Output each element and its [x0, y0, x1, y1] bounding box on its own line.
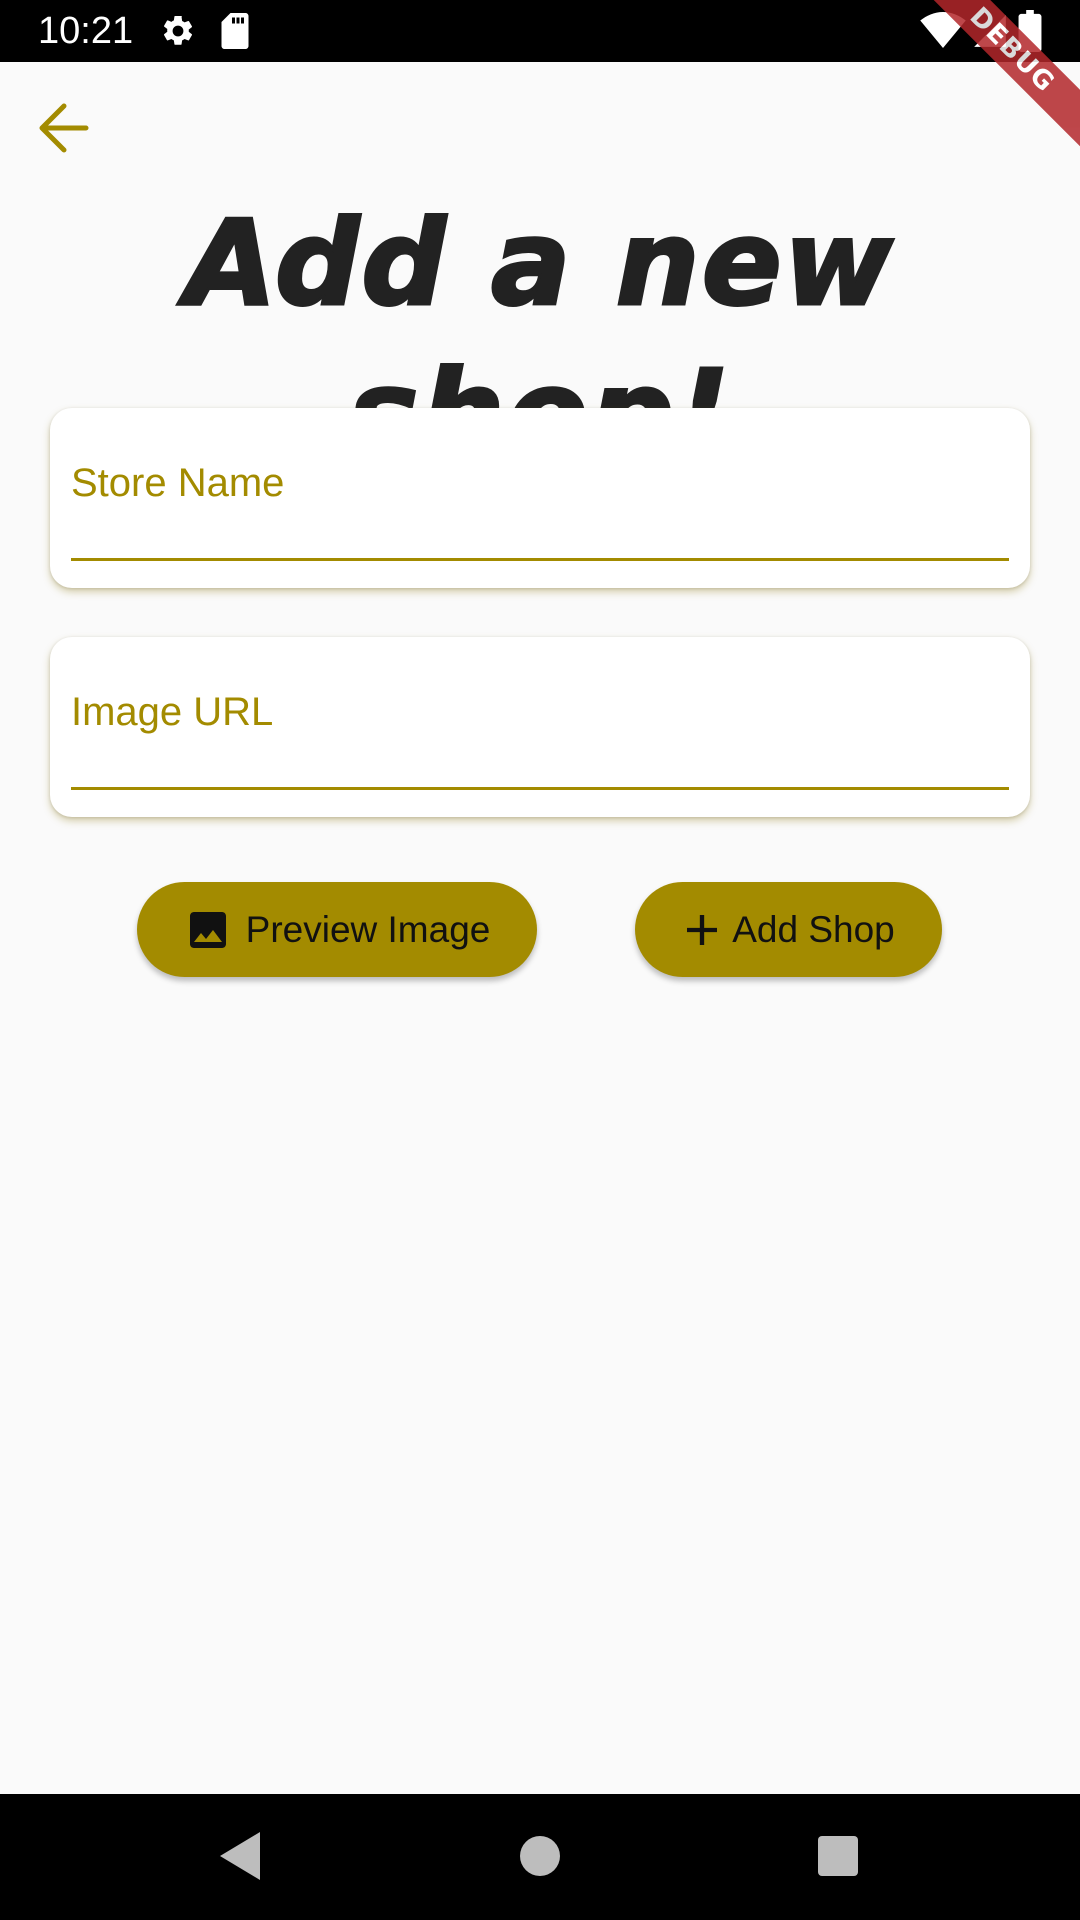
- back-triangle-icon[interactable]: [216, 1830, 264, 1882]
- image-icon: [189, 911, 226, 948]
- store-name-label: Store Name: [71, 461, 285, 505]
- status-time: 10:21: [38, 10, 134, 52]
- home-circle-icon[interactable]: [518, 1830, 562, 1882]
- image-url-input[interactable]: [71, 741, 1009, 785]
- arrow-left-icon[interactable]: [28, 92, 100, 164]
- gear-icon: [163, 15, 193, 45]
- recents-square-icon[interactable]: [816, 1830, 860, 1882]
- sd-card-icon: [221, 13, 249, 49]
- image-url-label: Image URL: [71, 690, 274, 734]
- store-name-input[interactable]: [71, 512, 1009, 556]
- image-url-underline: [71, 787, 1009, 790]
- preview-image-label: Preview Image: [245, 908, 491, 950]
- store-name-field[interactable]: Store Name: [50, 408, 1030, 588]
- store-name-underline: [71, 558, 1009, 561]
- app-screen: 10:21 DEBUG Add a new shop! Store Name I…: [0, 0, 1080, 1920]
- preview-image-button[interactable]: Preview Image: [137, 882, 537, 977]
- image-url-field[interactable]: Image URL: [50, 637, 1030, 817]
- plus-icon: [687, 914, 718, 945]
- add-shop-button[interactable]: Add Shop: [635, 882, 942, 977]
- navigation-bar: [0, 1794, 1080, 1920]
- status-bar: 10:21: [0, 0, 1080, 62]
- add-shop-label: Add Shop: [732, 908, 895, 950]
